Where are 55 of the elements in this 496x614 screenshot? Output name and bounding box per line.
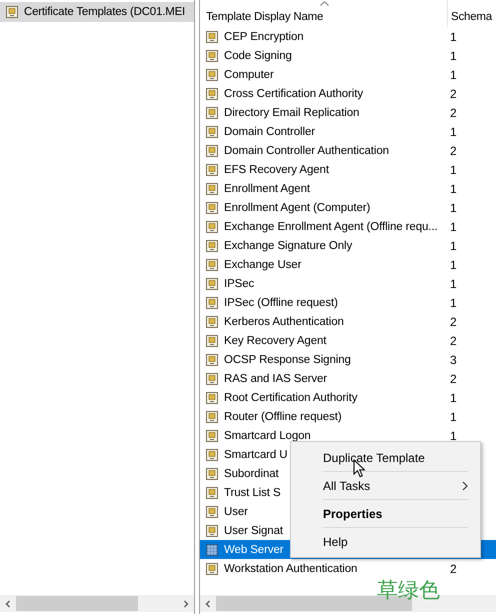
schema-version: 1 [449, 200, 457, 214]
template-name: Computer [224, 68, 274, 80]
schema-version: 1 [449, 162, 457, 176]
schema-version: 1 [449, 68, 457, 82]
template-name: User Signat [224, 524, 283, 536]
template-name: Workstation Authentication [224, 562, 358, 574]
template-name: CEP Encryption [224, 30, 304, 42]
template-name: Cross Certification Authority [224, 88, 363, 100]
schema-version: 2 [449, 314, 457, 328]
template-name: Kerberos Authentication [224, 316, 344, 328]
template-name: Smartcard U [224, 448, 288, 460]
template-name: IPSec (Offline request) [224, 296, 338, 308]
schema-version: 1 [449, 390, 457, 404]
schema-version: 2 [449, 372, 457, 386]
template-name: IPSec [224, 278, 254, 290]
template-name: OCSP Response Signing [224, 354, 351, 366]
template-name: Exchange Enrollment Agent (Offline requ... [224, 220, 438, 232]
schema-version: 2 [449, 106, 457, 120]
template-name: Domain Controller [224, 126, 315, 138]
template-name: User [224, 506, 248, 518]
schema-version: 2 [449, 86, 457, 100]
template-name: Web Server [224, 544, 284, 556]
template-name: Domain Controller Authentication [224, 144, 389, 156]
schema-version: 2 [449, 144, 457, 158]
template-name: Enrollment Agent (Computer) [224, 202, 370, 214]
template-name: Directory Email Replication [224, 106, 360, 118]
schema-version: 1 [449, 124, 457, 138]
template-name: Key Recovery Agent [224, 334, 326, 346]
schema-version: 1 [449, 428, 457, 442]
column-label: Schema [451, 11, 492, 23]
schema-version: 1 [449, 48, 457, 62]
template-name: Trust List S [224, 486, 281, 498]
schema-version: 1 [449, 258, 457, 272]
template-name: Subordinat [224, 468, 279, 480]
schema-version: 3 [449, 352, 457, 366]
template-name: Root Certification Authority [224, 392, 358, 404]
template-name: Router (Offline request) [224, 410, 342, 422]
schema-version: 1 [449, 220, 457, 234]
template-name: RAS and IAS Server [224, 372, 328, 384]
schema-version: 1 [449, 276, 457, 290]
template-name: Code Signing [224, 50, 292, 62]
template-name: Enrollment Agent [224, 182, 310, 194]
schema-version: 2 [449, 334, 457, 348]
template-name: Smartcard Logon [224, 430, 311, 442]
schema-version: 1 [449, 296, 457, 310]
template-name: EFS Recovery Agent [224, 164, 329, 176]
schema-version: 2 [449, 562, 457, 576]
schema-version: 1 [449, 238, 457, 252]
schema-version: 1 [449, 30, 457, 44]
schema-version: 1 [449, 410, 457, 424]
annotation-text: 草绿色 [377, 577, 440, 604]
schema-version: 1 [449, 182, 457, 196]
template-name: Exchange Signature Only [224, 240, 352, 252]
template-name: Exchange User [224, 258, 302, 270]
column-label: Template Display Name [206, 11, 324, 23]
